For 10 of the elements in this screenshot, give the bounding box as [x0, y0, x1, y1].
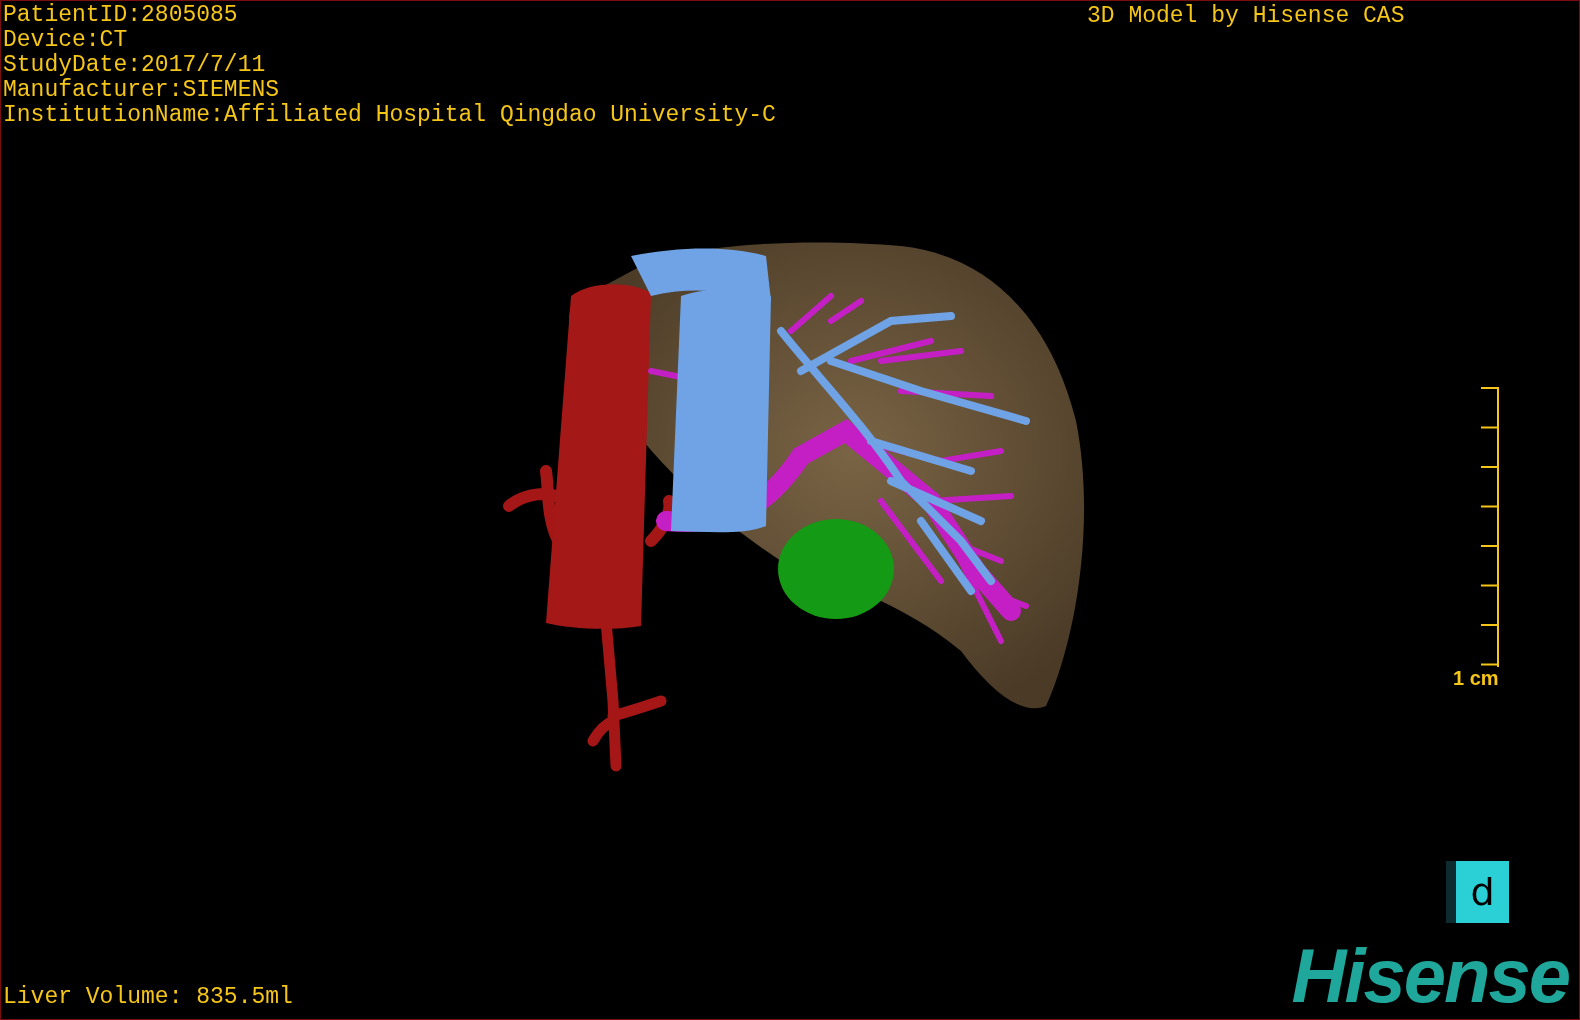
- patient-info-text: StudyDate:2017/7/11: [3, 53, 267, 78]
- orientation-marker[interactable]: d: [1446, 861, 1509, 923]
- viewer-title: 3D Model by Hisense CAS: [1087, 4, 1405, 29]
- scale-label: 1 cm: [1453, 667, 1499, 689]
- patient-info-text: InstitutionName:Affiliated Hospital Qingdao University-C: [3, 103, 776, 128]
- brand-logo: Hisense: [1291, 936, 1570, 1016]
- patient-info-text: Device:CT: [3, 28, 129, 53]
- patient-info-text: Manufacturer:SIEMENS: [3, 78, 281, 103]
- patient-info-text: PatientID:2805085: [3, 3, 239, 28]
- liver-volume-text: Liver Volume: 835.5ml: [3, 985, 293, 1010]
